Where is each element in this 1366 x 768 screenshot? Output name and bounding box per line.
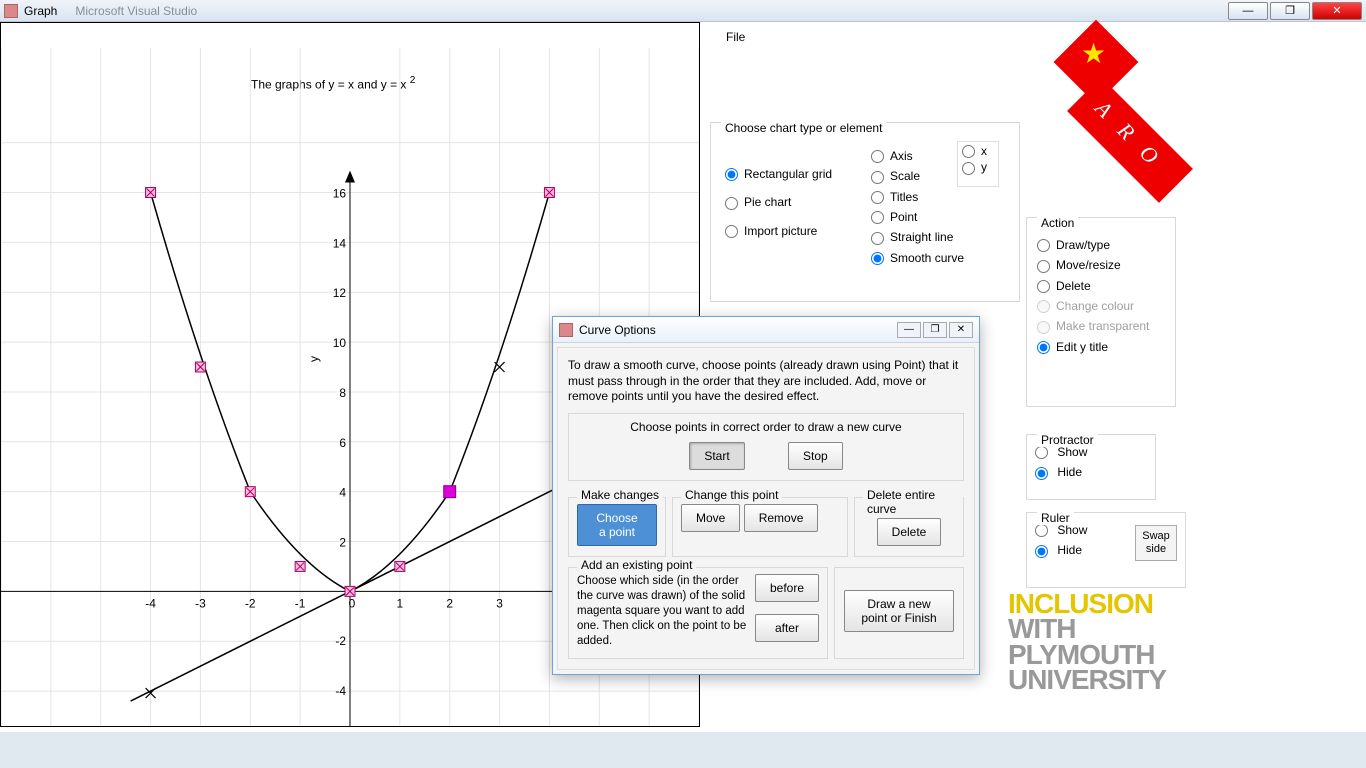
plymouth-logo: INCLUSION WITH PLYMOUTH UNIVERSITY: [1008, 591, 1166, 692]
dialog-icon: [559, 323, 573, 337]
app-icon: [4, 4, 18, 18]
element-point[interactable]: Point: [871, 210, 964, 224]
window-title: Graph: [24, 4, 57, 18]
element-smooth-curve[interactable]: Smooth curve: [871, 251, 964, 265]
action-delete[interactable]: Delete: [1037, 279, 1149, 293]
delete-curve-label: Delete entire curve: [863, 488, 963, 516]
svg-text:6: 6: [339, 436, 346, 450]
add-existing-desc: Choose which side (in the order the curv…: [577, 574, 747, 649]
action-move-resize[interactable]: Move/resize: [1037, 258, 1149, 272]
action-make-transparent: Make transparent: [1037, 319, 1149, 333]
dialog-title: Curve Options: [579, 323, 656, 337]
svg-text:1: 1: [397, 596, 404, 610]
svg-text:2: 2: [446, 596, 453, 610]
axis-x[interactable]: x: [962, 144, 994, 158]
app-titlebar: Graph Microsoft Visual Studio — ❐ ✕: [0, 0, 1366, 22]
remove-button[interactable]: Remove: [744, 504, 819, 532]
close-button[interactable]: ✕: [1312, 2, 1362, 20]
dialog-close-button[interactable]: ✕: [949, 322, 973, 338]
action-draw-type[interactable]: Draw/type: [1037, 238, 1149, 252]
move-button[interactable]: Move: [681, 504, 740, 532]
svg-text:4: 4: [339, 486, 346, 500]
svg-text:16: 16: [333, 187, 347, 201]
minimize-button[interactable]: —: [1228, 2, 1268, 20]
element-titles[interactable]: Titles: [871, 190, 964, 204]
protractor-hide[interactable]: Hide: [1035, 465, 1155, 479]
chart-type-pie-chart[interactable]: Pie chart: [725, 195, 832, 209]
file-menu[interactable]: File: [714, 24, 757, 50]
swap-side-button[interactable]: Swap side: [1135, 525, 1177, 561]
axis-y[interactable]: y: [962, 160, 994, 174]
maximize-button[interactable]: ❐: [1270, 2, 1310, 20]
chart-type-import-picture[interactable]: Import picture: [725, 224, 832, 238]
svg-text:y: y: [307, 356, 321, 362]
protractor-show[interactable]: Show: [1035, 445, 1155, 459]
chart-type-rectangular-grid[interactable]: Rectangular grid: [725, 167, 832, 181]
make-changes-label: Make changes: [577, 488, 663, 502]
protractor-label: Protractor: [1037, 433, 1098, 447]
after-button[interactable]: after: [755, 614, 819, 642]
dialog-minimize-button[interactable]: —: [897, 322, 921, 338]
svg-text:-2: -2: [245, 596, 256, 610]
delete-button[interactable]: Delete: [877, 518, 942, 546]
svg-text:12: 12: [333, 286, 347, 300]
svg-text:8: 8: [339, 386, 346, 400]
svg-text:-3: -3: [195, 596, 206, 610]
window-subtitle: Microsoft Visual Studio: [75, 4, 197, 18]
svg-text:3: 3: [496, 596, 503, 610]
dialog-maximize-button[interactable]: ❐: [923, 322, 947, 338]
stop-button[interactable]: Stop: [788, 442, 843, 470]
svg-text:2: 2: [339, 535, 346, 549]
action-change-colour: Change colour: [1037, 299, 1149, 313]
add-existing-label: Add an existing point: [577, 558, 696, 572]
choose-a-point-button[interactable]: Choose a point: [577, 504, 657, 546]
choose-group-label: Choose chart type or element: [721, 121, 886, 135]
svg-text:-1: -1: [295, 596, 306, 610]
start-button[interactable]: Start: [689, 442, 744, 470]
element-axis[interactable]: Axis: [871, 149, 964, 163]
action-edit-y-title[interactable]: Edit y title: [1037, 340, 1149, 354]
element-scale[interactable]: Scale: [871, 169, 964, 183]
svg-text:10: 10: [333, 336, 347, 350]
svg-text:-4: -4: [145, 596, 156, 610]
svg-text:-4: -4: [335, 684, 346, 698]
draw-or-finish-button[interactable]: Draw a new point or Finish: [844, 590, 954, 632]
curve-options-dialog: Curve Options — ❐ ✕ To draw a smooth cur…: [552, 316, 980, 675]
svg-text:-2: -2: [335, 634, 346, 648]
choose-points-label: Choose points in correct order to draw a…: [577, 420, 955, 434]
before-button[interactable]: before: [755, 574, 819, 602]
star-icon: ★: [1081, 37, 1106, 70]
element-straight-line[interactable]: Straight line: [871, 230, 964, 244]
svg-text:0: 0: [349, 596, 356, 610]
ruler-label: Ruler: [1037, 511, 1074, 525]
dialog-intro: To draw a smooth curve, choose points (a…: [568, 358, 964, 405]
change-this-point-label: Change this point: [681, 488, 782, 502]
action-group-label: Action: [1037, 216, 1078, 230]
svg-text:14: 14: [333, 236, 347, 250]
aro-ribbon-logo: ARO ★: [1046, 22, 1216, 182]
